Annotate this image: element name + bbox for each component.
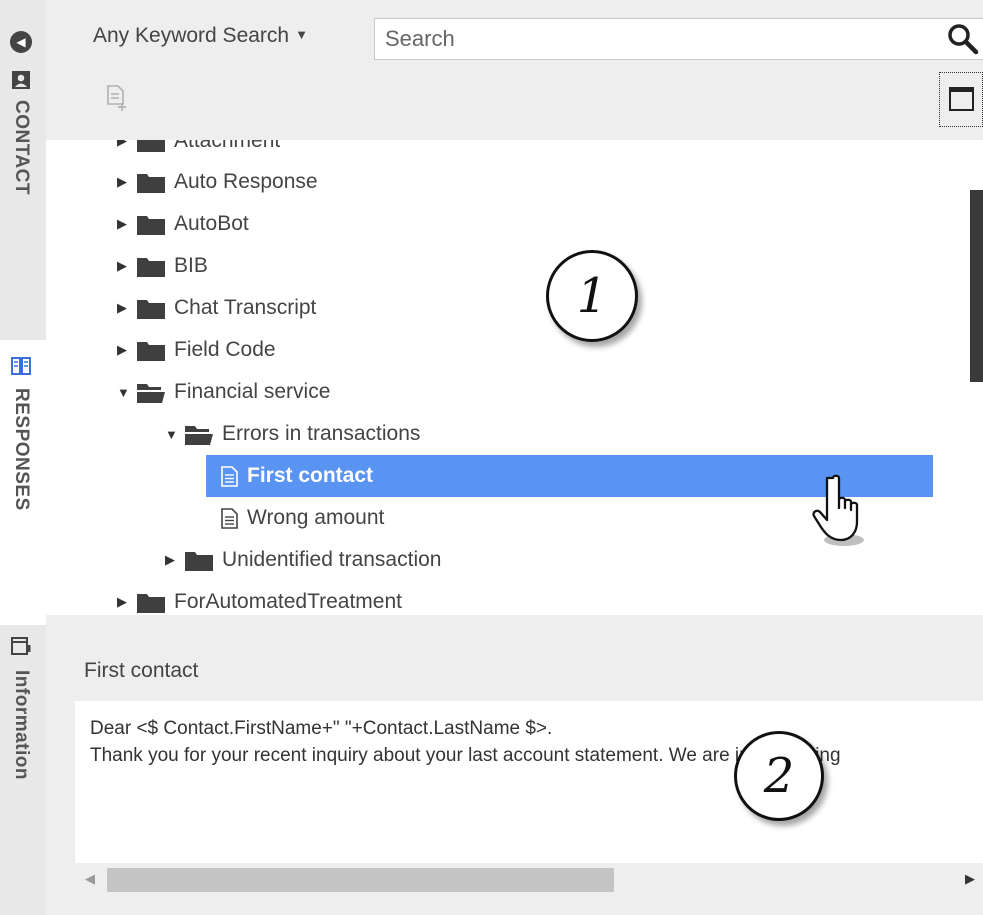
document-icon [221,507,238,529]
folder-icon [137,593,165,613]
folder-icon [137,173,165,193]
back-arrow-icon[interactable]: ◀ [10,31,32,53]
scroll-left-arrow-icon[interactable]: ◀ [85,871,95,887]
open-folder-icon [185,425,213,445]
tree-item-label: Field Code [174,338,276,361]
tree-item-label: Chat Transcript [174,296,317,319]
scroll-right-arrow-icon[interactable]: ▶ [965,871,975,887]
tree-item-chat-transcript[interactable]: ▶ Chat Transcript [75,287,983,329]
tab-responses[interactable]: RESPONSES [0,340,46,625]
document-icon [221,465,238,487]
tab-contact-label: CONTACT [11,100,32,195]
collapsed-arrow-icon[interactable]: ▶ [117,342,129,358]
hand-pointer-icon [812,474,864,546]
tree-item-forautomatedtreatment[interactable]: ▶ ForAutomatedTreatment [75,581,983,615]
preview-title: First contact [84,659,199,682]
collapsed-arrow-icon[interactable]: ▶ [117,216,129,232]
expanded-arrow-icon[interactable]: ▼ [117,385,130,400]
collapsed-arrow-icon[interactable]: ▶ [117,300,129,316]
tree-item-label: First contact [247,464,374,487]
tree-item-errors-in-transactions[interactable]: ▼ Errors in transactions [75,413,983,455]
search-input[interactable] [375,19,983,59]
search-box[interactable] [374,18,983,60]
tree-item-label: Wrong amount [247,506,385,529]
preview-line: Dear <$ Contact.FirstName+" "+Contact.La… [90,718,553,739]
folder-icon [137,299,165,319]
tree-item-autobot[interactable]: ▶ AutoBot [75,203,983,245]
tree-scrollbar-thumb[interactable] [970,190,983,382]
tree-item-label: ForAutomatedTreatment [174,590,402,613]
collapsed-arrow-icon[interactable]: ▶ [165,552,177,568]
preview-line: Thank you for your recent inquiry about … [90,745,841,766]
collapsed-arrow-icon[interactable]: ▶ [117,174,129,190]
side-rail: ◀ CONTACT RESPONSES Information [0,0,46,915]
tree-item-auto-response[interactable]: ▶ Auto Response [75,161,983,203]
contact-card-icon [12,71,30,89]
tab-contact[interactable]: CONTACT [0,62,46,262]
tab-information-label: Information [11,670,32,780]
collapsed-arrow-icon[interactable]: ▶ [117,594,129,610]
tree-item-financial-service[interactable]: ▼ Financial service [75,371,983,413]
scrollbar-thumb[interactable] [107,868,614,892]
preview-horizontal-scrollbar[interactable]: ◀ ▶ [75,863,983,897]
tree-item-label: AutoBot [174,212,249,235]
tree-item-attachment[interactable]: ▶ Attachment [75,140,983,162]
collapsed-arrow-icon[interactable]: ▶ [117,258,129,274]
collapsed-arrow-icon[interactable]: ▶ [117,140,129,149]
window-icon[interactable] [939,72,983,127]
search-type-label: Any Keyword Search [93,24,290,47]
folder-icon [137,215,165,235]
tab-responses-label: RESPONSES [11,388,32,511]
folder-icon [137,341,165,361]
folder-icon [137,257,165,277]
annotation-marker-1: 1 [546,250,638,342]
tree-item-bib[interactable]: ▶ BIB [75,245,983,287]
tab-information[interactable]: Information [0,630,46,915]
open-folder-icon [137,383,165,403]
annotation-marker-2: 2 [734,731,824,821]
expanded-arrow-icon[interactable]: ▼ [165,427,178,442]
tree-item-label: Auto Response [174,170,318,193]
window-frame [949,87,974,111]
folder-icon [137,140,165,152]
search-icon[interactable] [946,22,980,56]
caret-down-icon: ▼ [295,27,308,42]
tree-item-label: Financial service [174,380,331,403]
tree-item-label: Unidentified transaction [222,548,442,571]
tree-item-field-code[interactable]: ▶ Field Code [75,329,983,371]
search-toolbar: Any Keyword Search ▼ [46,0,983,140]
preview-body: Dear <$ Contact.FirstName+" "+Contact.La… [75,701,983,863]
information-panel-icon [11,637,31,655]
tree-item-label: BIB [174,254,208,277]
insert-response-icon[interactable] [105,84,129,112]
tree-item-label: Attachment [174,140,281,152]
book-icon [11,357,31,375]
search-type-dropdown[interactable]: Any Keyword Search ▼ [93,24,308,48]
tree-item-label: Errors in transactions [222,422,421,445]
folder-icon [185,551,213,571]
